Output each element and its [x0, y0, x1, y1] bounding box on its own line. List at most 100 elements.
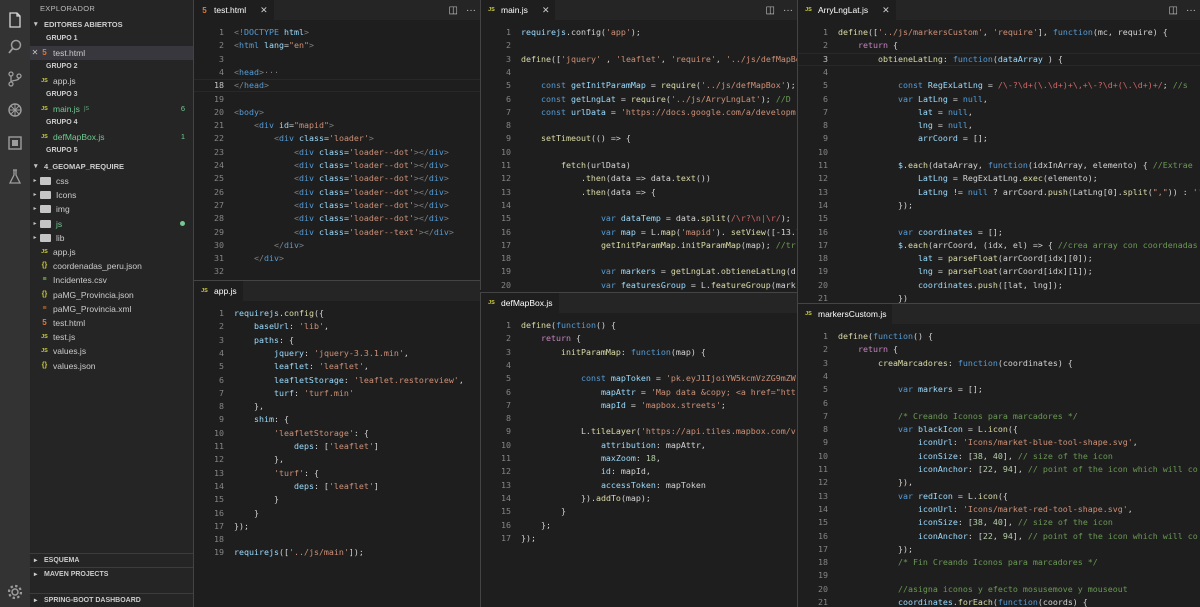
code-line: 5 leaflet: 'leaflet', [194, 360, 480, 373]
tree-item[interactable]: JS test.js [30, 330, 193, 344]
code-text: var featuresGroup = L.featureGroup(mark [600, 279, 796, 290]
code-text: }); [897, 199, 913, 210]
code-area[interactable]: 1 define(['../js/markersCustom', 'require… [798, 20, 1200, 303]
code-area[interactable]: 1 <!DOCTYPE html> 2 <html lang="en"> 3 4 <head… [194, 20, 480, 285]
line-number: 16 [214, 507, 224, 518]
code-line: 9 setTimeout(() => { [481, 132, 797, 145]
code-text: return { [540, 333, 581, 344]
code-area[interactable]: 1 requirejs.config('app'); 2 3 define(['jque… [481, 20, 797, 290]
code-area[interactable]: 1 define(function() {2 return {3 initPara… [481, 313, 797, 607]
extensions-icon[interactable] [0, 128, 30, 158]
folder-icon [40, 191, 51, 200]
line-number: 18 [501, 253, 511, 264]
open-editors-header[interactable]: ▾ EDITORES ABIERTOS [30, 18, 193, 32]
line-number: 10 [818, 450, 828, 461]
tree-item[interactable]: ▸ css [30, 174, 193, 188]
line-number: 19 [818, 570, 828, 581]
split-editor-icon[interactable]: ◫ [1169, 5, 1178, 16]
line-number: 17 [501, 532, 511, 543]
sidebar-section-0[interactable]: ▸ ESQUEMA [30, 553, 193, 566]
code-text: shim: { [253, 414, 289, 425]
code-line: 17 }); [798, 543, 1200, 556]
code-text: arrCoord = []; [917, 133, 988, 144]
line-number: 3 [219, 334, 224, 345]
tree-item[interactable]: ≡ Incidentes.csv [30, 273, 193, 287]
line-number: 23 [214, 146, 224, 157]
project-folder-header[interactable]: ▾ 4_GEOMAP_REQUIRE [30, 160, 193, 174]
open-editor-item[interactable]: JS main.js js 6 [30, 102, 193, 116]
close-icon[interactable]: ✕ [882, 5, 890, 16]
split-editor-icon[interactable]: ◫ [766, 5, 775, 16]
html-file-icon: 5 [42, 317, 47, 327]
open-editor-item[interactable]: ✕ 5 test.html [30, 46, 193, 60]
code-text: }, [273, 454, 284, 465]
source-control-icon[interactable] [0, 64, 30, 94]
more-actions-icon[interactable]: ··· [783, 5, 793, 16]
close-icon[interactable]: ✕ [30, 46, 40, 60]
tab-app-js[interactable]: JS app.js [194, 281, 243, 301]
open-editors-group: GRUPO 5 [46, 147, 78, 154]
line-number: 25 [214, 173, 224, 184]
tree-item[interactable]: ▸ Icons [30, 188, 193, 202]
split-editor-icon[interactable]: ◫ [449, 5, 458, 16]
code-line: 8 var blackIcon = L.icon({ [798, 423, 1200, 436]
line-number: 20 [818, 279, 828, 290]
tree-item[interactable]: {} coordenadas_peru.json [30, 259, 193, 273]
tree-item[interactable]: JS values.js [30, 344, 193, 358]
tree-item[interactable]: JS app.js [30, 245, 193, 259]
tab-markers-js[interactable]: JS markersCustom.js [798, 304, 893, 324]
tab-defmapbox-js[interactable]: JS defMapBox.js [481, 293, 559, 313]
tab-test-html[interactable]: 5 test.html ✕ [194, 0, 274, 20]
flask-icon[interactable] [0, 162, 30, 192]
tab-bar: JS markersCustom.js [798, 304, 1200, 324]
tab-main-js[interactable]: JS main.js ✕ [481, 0, 556, 20]
line-number: 30 [214, 239, 224, 250]
code-line: 16 var coordinates = []; [798, 226, 1200, 239]
line-number: 1 [506, 320, 511, 330]
line-number: 9 [506, 133, 511, 144]
line-number: 1 [506, 27, 511, 37]
code-text: setTimeout(() => { [540, 133, 631, 144]
tree-item[interactable]: 5 test.html [30, 316, 193, 330]
tree-item[interactable]: ▸ lib [30, 231, 193, 245]
open-editor-item[interactable]: JS defMapBox.js 1 [30, 130, 193, 144]
more-actions-icon[interactable]: ··· [1186, 5, 1196, 16]
activity-bar [0, 0, 30, 607]
js-file-icon: JS [41, 249, 48, 256]
code-area[interactable]: 1 define(function() {2 return {3 creaMarc… [798, 324, 1200, 607]
line-number: 20 [214, 106, 224, 117]
search-icon[interactable] [0, 32, 30, 62]
open-editor-item[interactable]: JS app.js [30, 74, 193, 88]
code-text: }; [540, 519, 551, 530]
code-line: 20 var featuresGroup = L.featureGroup(ma… [481, 279, 797, 290]
code-text: } [560, 506, 566, 517]
code-line: 8 [481, 412, 797, 425]
tree-item[interactable]: ▸ img [30, 202, 193, 216]
code-text: initParamMap: function(map) { [560, 346, 706, 357]
tree-item-name: app.js [53, 247, 76, 258]
tree-item[interactable]: ▸ js [30, 217, 193, 231]
more-actions-icon[interactable]: ··· [466, 5, 476, 16]
settings-gear-icon[interactable] [0, 577, 30, 607]
files-icon[interactable] [0, 5, 30, 35]
tree-item[interactable]: ≡ paMG_Provincia.xml [30, 302, 193, 316]
tree-item-name: Incidentes.csv [53, 275, 107, 286]
sidebar-section-1[interactable]: ▸ MAVEN PROJECTS [30, 567, 193, 580]
js-file-icon: JS [488, 300, 495, 306]
tree-item[interactable]: {} values.json [30, 358, 193, 372]
close-icon[interactable]: ✕ [542, 5, 550, 16]
close-icon[interactable]: ✕ [260, 5, 268, 16]
code-area[interactable]: 1 requirejs.config({2 baseUrl: 'lib', 3 pa… [194, 301, 480, 607]
code-line: 30 </div> [194, 239, 480, 252]
code-line: 7 lat = null, [798, 106, 1200, 119]
code-text: const getInitParamMap = require('../js/d… [540, 80, 796, 91]
code-line: 10 [798, 146, 1200, 159]
editor-pane-defmapbox-js: JS defMapBox.js 1 define(function() {2 retu… [480, 292, 797, 607]
sidebar-section-2[interactable]: ▸ SPRING-BOOT DASHBOARD [30, 593, 193, 606]
debug-icon[interactable] [0, 95, 30, 125]
js-file-icon: JS [805, 7, 812, 13]
tree-item[interactable]: {} paMG_Provincia.json [30, 288, 193, 302]
code-text: }) [897, 293, 908, 303]
tab-arry-js[interactable]: JS ArryLngLat.js ✕ [798, 0, 896, 20]
code-text: jquery: 'jquery-3.3.1.min', [273, 347, 409, 358]
